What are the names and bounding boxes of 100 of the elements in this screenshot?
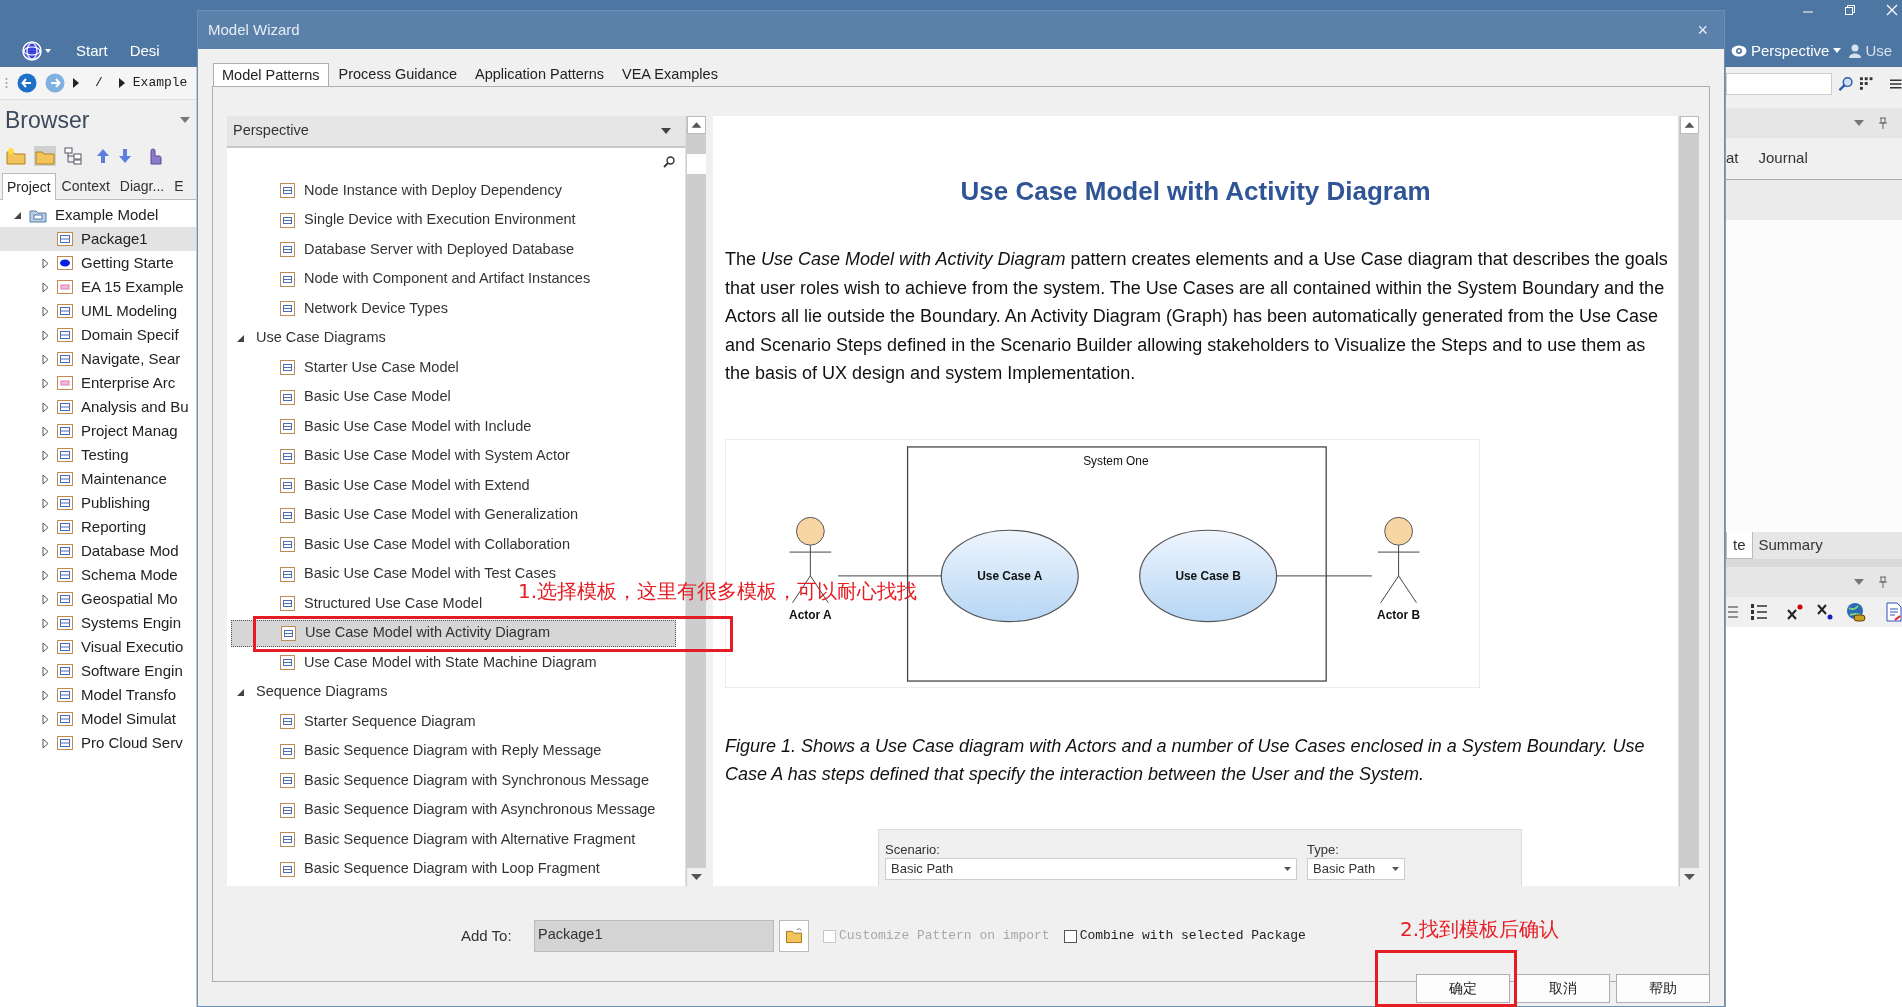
restore-icon[interactable] [1844, 4, 1856, 16]
tree-item[interactable]: Geospatial Mo [0, 587, 196, 611]
pattern-item[interactable]: Basic Sequence Diagram with Asynchronous Message [231, 796, 660, 824]
tree-item[interactable]: Reporting [0, 515, 196, 539]
close-button[interactable]: × [1697, 16, 1708, 44]
user-icon[interactable] [1849, 43, 1862, 58]
checkbox[interactable] [1063, 929, 1077, 943]
pattern-item[interactable]: Basic Use Case Model with Extend [231, 472, 534, 500]
dropdown-icon[interactable] [1833, 47, 1842, 54]
tree-item[interactable]: Database Mod [0, 539, 196, 563]
scroll-up-icon[interactable] [1679, 116, 1699, 134]
expand-arrow-icon[interactable] [40, 353, 51, 365]
folder-button[interactable] [779, 920, 809, 952]
perspective-dropdown[interactable]: Perspective [227, 116, 685, 148]
panel-tab[interactable]: Journal [1758, 147, 1808, 170]
expand-arrow-icon[interactable] [40, 305, 51, 317]
tree-group[interactable]: Use Case Diagrams [254, 327, 388, 350]
tree-item[interactable]: Example Model [0, 203, 196, 227]
pattern-item[interactable]: Basic Sequence Diagram with Alternative Fragment [231, 826, 640, 854]
breadcrumb-item[interactable]: Example [132, 73, 188, 93]
scroll-up-icon[interactable] [686, 116, 706, 134]
expand-arrow-icon[interactable] [40, 545, 51, 557]
dialog-tab[interactable]: VEA Examples [614, 64, 726, 86]
panel-tab[interactable]: te [1726, 532, 1753, 559]
pattern-item[interactable]: Basic Use Case Model with Include [231, 413, 536, 441]
panel-tab[interactable]: Context [57, 173, 114, 199]
breadcrumb-arrow-icon[interactable] [118, 78, 125, 88]
tree-item[interactable]: Model Simulat [0, 707, 196, 731]
search-icon[interactable] [663, 156, 675, 168]
search-icon[interactable] [1837, 75, 1854, 92]
dropdown-icon[interactable] [1854, 579, 1864, 585]
dropdown-icon[interactable] [1854, 120, 1864, 126]
tree-item[interactable]: Software Engin [0, 659, 196, 683]
pin-icon[interactable] [1878, 576, 1888, 588]
expand-arrow-icon[interactable] [40, 281, 51, 293]
expand-arrow-icon[interactable] [40, 473, 51, 485]
scrollbar[interactable] [1678, 116, 1699, 886]
panel-tab[interactable]: Summary [1752, 532, 1829, 559]
up-arrow-icon[interactable] [96, 148, 110, 164]
expand-arrow-icon[interactable] [40, 689, 51, 701]
panel-tab[interactable]: Project [2, 173, 56, 200]
tree-item[interactable]: Publishing [0, 491, 196, 515]
pin-icon[interactable] [1878, 117, 1888, 129]
tree-item[interactable]: Navigate, Sear [0, 347, 196, 371]
menu-item[interactable]: Start [76, 39, 108, 62]
tree-item[interactable]: Package1 [0, 227, 196, 251]
tree-item[interactable]: Getting Starte [0, 251, 196, 275]
app-logo-icon[interactable] [20, 39, 54, 62]
tree-item[interactable]: Systems Engin [0, 611, 196, 635]
dialog-tab[interactable]: Application Patterns [467, 64, 612, 86]
pattern-item[interactable]: Basic Sequence Diagram with Synchronous Message [231, 767, 653, 795]
numbered-list-icon[interactable] [1750, 603, 1768, 621]
tree-item[interactable]: Pro Cloud Serv [0, 731, 196, 755]
menu-icon[interactable] [1890, 77, 1902, 90]
dialog-button[interactable]: 帮助 [1616, 974, 1710, 1003]
user-menu[interactable]: Use [1865, 39, 1893, 62]
expand-arrow-icon[interactable] [40, 665, 51, 677]
tree-item[interactable]: Domain Specif [0, 323, 196, 347]
dialog-tab[interactable]: Model Patterns [213, 63, 329, 87]
tree-item[interactable]: Schema Mode [0, 563, 196, 587]
hierarchy-icon[interactable] [64, 147, 82, 165]
expand-arrow-icon[interactable] [40, 569, 51, 581]
tree-item[interactable]: UML Modeling [0, 299, 196, 323]
pattern-item[interactable]: Structured Use Case Model [231, 590, 487, 618]
tree-item[interactable]: Visual Executio [0, 635, 196, 659]
expand-arrow-icon[interactable] [40, 593, 51, 605]
panel-tab[interactable]: Diagr... [115, 173, 169, 199]
dialog-tab[interactable]: Process Guidance [330, 64, 465, 86]
breadcrumb-item[interactable]: / [87, 73, 111, 93]
scrollbar-thumb[interactable] [686, 154, 706, 174]
dropdown-icon[interactable] [180, 117, 190, 123]
pattern-item[interactable]: Database Server with Deployed Database [231, 236, 578, 264]
eye-icon[interactable] [1731, 44, 1747, 57]
pattern-item[interactable]: Basic Sequence Diagram with Reply Message [231, 737, 606, 765]
superscript-icon[interactable] [1786, 603, 1804, 621]
expand-arrow-icon[interactable] [40, 449, 51, 461]
expand-arrow-icon[interactable] [40, 257, 51, 269]
expand-arrow-icon[interactable] [40, 641, 51, 653]
expand-arrow-icon[interactable] [40, 713, 51, 725]
globe-link-icon[interactable] [1846, 602, 1866, 622]
pattern-item[interactable]: Basic Use Case Model with Collaboration [231, 531, 574, 559]
pattern-item[interactable]: Starter Use Case Model [231, 354, 463, 382]
expand-arrow-icon[interactable] [40, 329, 51, 341]
dialog-button[interactable]: 确定 [1416, 974, 1510, 1003]
pattern-item[interactable]: Single Device with Execution Environment [231, 206, 580, 234]
expand-arrow-icon[interactable] [40, 497, 51, 509]
pattern-item[interactable]: Basic Use Case Model with Generalization [231, 501, 582, 529]
tree-group[interactable]: Sequence Diagrams [254, 681, 390, 704]
tree-item[interactable]: Analysis and Bu [0, 395, 196, 419]
pattern-item[interactable]: Network Device Types [231, 295, 452, 323]
perspective-menu[interactable]: Perspective [1751, 39, 1830, 62]
pattern-item[interactable]: Node Instance with Deploy Dependency [231, 177, 566, 205]
pattern-item[interactable]: Basic Sequence Diagram with Loop Fragment [231, 855, 604, 883]
tree-item[interactable]: Testing [0, 443, 196, 467]
search-field[interactable] [1726, 72, 1832, 95]
expand-arrow-icon[interactable] [40, 377, 51, 389]
subscript-icon[interactable] [1816, 603, 1834, 621]
expand-arrow-icon[interactable] [40, 425, 51, 437]
add-to-field[interactable]: Package1 [534, 920, 774, 952]
pattern-item[interactable]: Basic Use Case Model with System Actor [231, 442, 574, 470]
